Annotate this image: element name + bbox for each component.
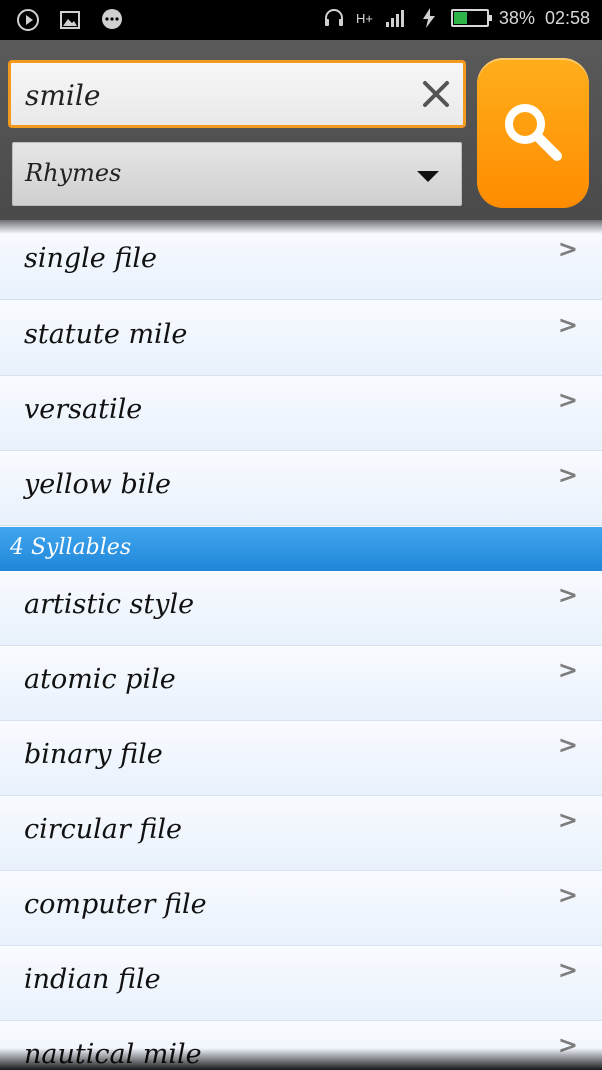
chevron-right-icon: > (557, 956, 578, 984)
play-icon (17, 9, 39, 31)
list-item[interactable]: yellow bile > (0, 451, 602, 526)
results-list: single file > statute mile > versatile >… (0, 220, 602, 1070)
chevron-right-icon: > (557, 806, 578, 834)
list-item-label: statute mile (24, 319, 188, 350)
chevron-right-icon: > (557, 731, 578, 759)
chevron-right-icon: > (557, 461, 578, 489)
chat-icon (102, 9, 122, 29)
list-item[interactable]: indian file > (0, 946, 602, 1021)
list-item[interactable]: atomic pile > (0, 646, 602, 721)
signal-icon (385, 10, 404, 27)
chevron-right-icon: > (557, 581, 578, 609)
section-header: 4 Syllables (0, 527, 602, 571)
list-item[interactable]: versatile > (0, 376, 602, 451)
chevron-right-icon: > (557, 881, 578, 909)
chevron-right-icon: > (557, 656, 578, 684)
headphones-icon (324, 9, 343, 26)
list-item-label: atomic pile (24, 664, 176, 695)
list-item-label: artistic style (24, 589, 195, 620)
close-icon[interactable] (419, 77, 453, 111)
battery-icon (450, 9, 492, 27)
list-item-label: indian file (24, 964, 161, 995)
list-item-label: circular file (24, 814, 183, 845)
list-item-label: versatile (24, 394, 143, 425)
list-item[interactable]: statute mile > (0, 301, 602, 376)
chevron-right-icon: > (557, 1031, 578, 1059)
list-item-label: binary file (24, 739, 163, 770)
charging-icon (422, 8, 435, 28)
search-input[interactable] (25, 73, 405, 117)
search-header: Rhymes (0, 40, 602, 220)
list-item[interactable]: artistic style > (0, 571, 602, 646)
mode-dropdown-value: Rhymes (25, 159, 122, 187)
list-item-label: nautical mile (24, 1039, 202, 1070)
magnifier-icon (505, 104, 562, 161)
list-item-label: yellow bile (24, 469, 171, 500)
list-item[interactable]: single file > (0, 225, 602, 300)
list-item-label: single file (24, 243, 157, 274)
clock: 02:58 (544, 7, 590, 28)
network-type: H+ (355, 10, 373, 26)
search-box (8, 60, 466, 128)
list-item[interactable]: binary file > (0, 721, 602, 796)
section-title: 4 Syllables (10, 535, 132, 560)
chevron-right-icon: > (557, 235, 578, 263)
status-bar: H+ 38% 02:58 (0, 0, 602, 40)
chevron-right-icon: > (557, 386, 578, 414)
list-item[interactable]: circular file > (0, 796, 602, 871)
chevron-right-icon: > (557, 311, 578, 339)
chevron-down-icon (417, 171, 439, 182)
list-item[interactable]: computer file > (0, 871, 602, 946)
mode-dropdown[interactable]: Rhymes (12, 142, 462, 206)
list-item[interactable]: nautical mile > (0, 1021, 602, 1070)
image-icon (60, 11, 80, 29)
list-item-label: computer file (24, 889, 207, 920)
search-button[interactable] (477, 58, 589, 208)
battery-percent: 38% (498, 7, 535, 28)
